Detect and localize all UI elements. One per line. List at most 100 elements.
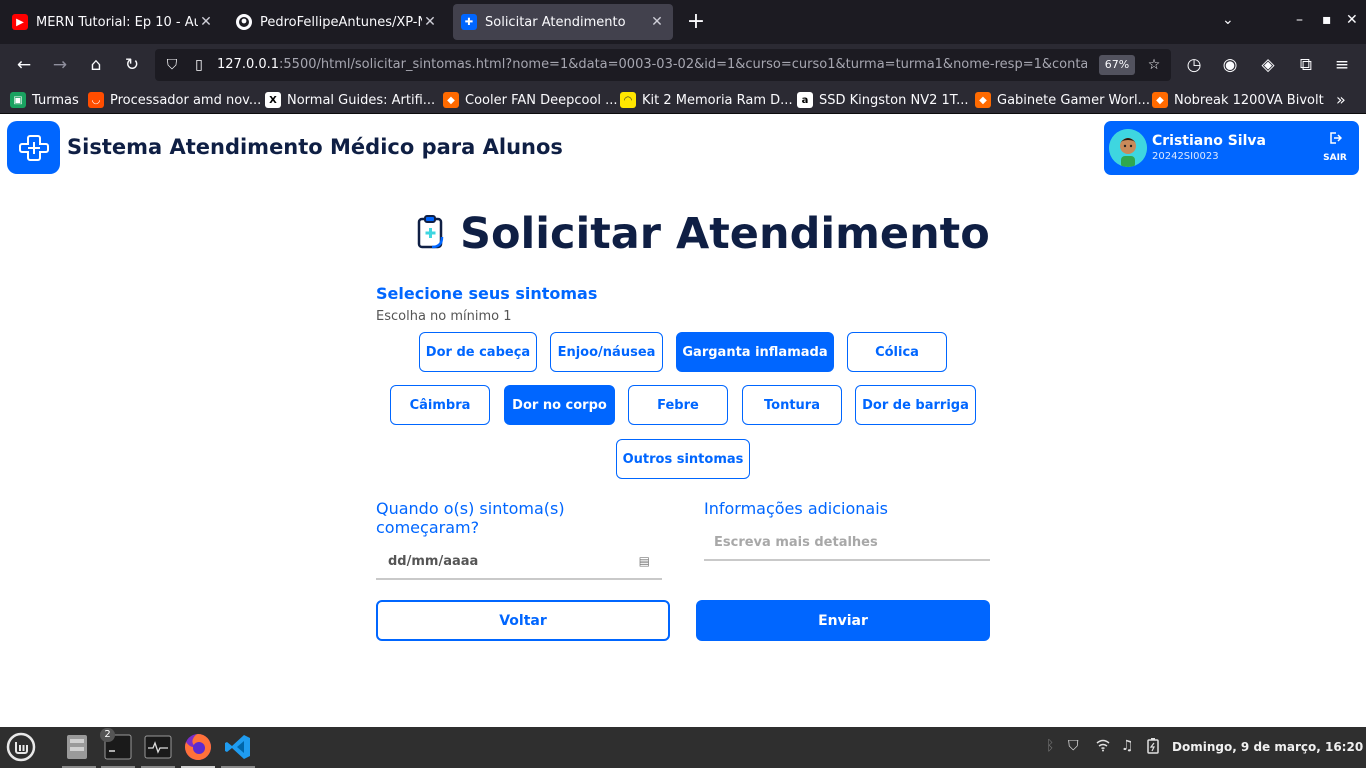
bookmark-label: Cooler FAN Deepcool ... xyxy=(465,92,618,108)
wifi-icon[interactable] xyxy=(1096,738,1110,756)
bookmark-label: Nobreak 1200VA Bivolt xyxy=(1174,92,1324,108)
back-button[interactable]: Voltar xyxy=(376,600,670,641)
url-bar[interactable]: ⛉ ▯ 127.0.0.1:5500/html/solicitar_sintom… xyxy=(155,49,1171,81)
browser-tab-strip: ▶ MERN Tutorial: Ep 10 - Auth ✕ PedroFel… xyxy=(0,0,1366,44)
terminal-badge: 2 xyxy=(100,728,115,742)
close-icon[interactable]: ✕ xyxy=(198,14,214,30)
bookmark-label: Kit 2 Memoria Ram D... xyxy=(642,92,793,108)
date-field[interactable]: dd/mm/aaaa ▤ xyxy=(376,544,662,580)
bookmark-gabinete[interactable]: ◆ Gabinete Gamer Worl... xyxy=(975,91,1150,109)
minimize-icon[interactable]: – xyxy=(1296,12,1303,28)
bookmark-ssd[interactable]: a SSD Kingston NV2 1T... xyxy=(797,91,969,109)
tab-title: MERN Tutorial: Ep 10 - Auth xyxy=(36,14,198,30)
date-placeholder: dd/mm/aaaa xyxy=(388,553,479,569)
more-bookmarks-chevron-icon[interactable]: » xyxy=(1336,90,1346,109)
url-text[interactable]: 127.0.0.1:5500/html/solicitar_sintomas.h… xyxy=(217,57,1087,72)
star-icon[interactable]: ☆ xyxy=(1145,56,1163,74)
zoom-badge[interactable]: 67% xyxy=(1099,55,1135,75)
vscode-icon[interactable] xyxy=(223,732,253,762)
menu-icon[interactable]: ≡ xyxy=(1330,53,1354,77)
bookmark-turmas[interactable]: ▣ Turmas xyxy=(10,91,79,109)
aliexpress-icon: ◡ xyxy=(88,92,104,108)
bookmark-normal-guides[interactable]: X Normal Guides: Artifi... xyxy=(265,91,435,109)
symptom-chip-caimbra[interactable]: Câimbra xyxy=(390,385,490,425)
bookmark-label: Turmas xyxy=(32,92,79,108)
page-heading: Solicitar Atendimento xyxy=(416,208,990,260)
clock: Domingo, 9 de março, 16:20 xyxy=(1172,740,1364,754)
logout-button[interactable]: SAIR xyxy=(1318,131,1352,167)
page-content: Sistema Atendimento Médico para Alunos C… xyxy=(0,114,1366,727)
symptoms-hint: Escolha no mínimo 1 xyxy=(376,309,512,324)
store-icon: ◆ xyxy=(975,92,991,108)
file-manager-icon[interactable] xyxy=(62,732,92,762)
new-tab-button[interactable]: + xyxy=(684,8,708,36)
symptom-chip-dor-de-barriga[interactable]: Dor de barriga xyxy=(855,385,976,425)
reload-icon[interactable]: ↻ xyxy=(120,53,144,77)
bookmark-label: Gabinete Gamer Worl... xyxy=(997,92,1150,108)
bookmark-cooler[interactable]: ◆ Cooler FAN Deepcool ... xyxy=(443,91,618,109)
symptoms-title: Selecione seus sintomas xyxy=(376,284,598,303)
page-title: Solicitar Atendimento xyxy=(460,209,990,259)
logout-icon xyxy=(1318,131,1352,149)
submit-button[interactable]: Enviar xyxy=(696,600,990,641)
youtube-icon: ▶ xyxy=(12,14,28,30)
symptom-chip-outros-sintomas[interactable]: Outros sintomas xyxy=(616,439,750,479)
forward-arrow-icon[interactable]: → xyxy=(48,53,72,77)
account-icon[interactable]: ◉ xyxy=(1218,53,1242,77)
bookmark-processador[interactable]: ◡ Processador amd nov... xyxy=(88,91,261,109)
clipboard-medical-icon xyxy=(416,214,446,254)
symptom-chip-garganta-inflamada[interactable]: Garganta inflamada xyxy=(676,332,834,372)
system-monitor-icon[interactable] xyxy=(143,732,173,762)
user-id: 20242SI0023 xyxy=(1152,151,1219,162)
additional-info-input[interactable] xyxy=(704,526,990,561)
logout-label: SAIR xyxy=(1323,153,1347,163)
tab-list-chevron-icon[interactable]: ⌄ xyxy=(1222,12,1234,28)
tab-mern-tutorial[interactable]: ▶ MERN Tutorial: Ep 10 - Auth ✕ xyxy=(4,4,222,40)
bookmark-nobreak[interactable]: ◆ Nobreak 1200VA Bivolt xyxy=(1152,91,1324,109)
bookmarks-bar: ▣ Turmas ◡ Processador amd nov... X Norm… xyxy=(0,86,1366,114)
calendar-icon[interactable]: ▤ xyxy=(639,554,650,568)
mercadolivre-icon: ◠ xyxy=(620,92,636,108)
puzzle-icon[interactable]: ⧉ xyxy=(1294,53,1318,77)
symptom-chip-enjoo-nausea[interactable]: Enjoo/náusea xyxy=(550,332,663,372)
extension-icon[interactable]: ◈ xyxy=(1256,53,1280,77)
symptom-chip-dor-no-corpo[interactable]: Dor no corpo xyxy=(504,385,615,425)
shield-update-icon[interactable]: ⛉ xyxy=(1068,738,1079,754)
browser-navbar: ← → ⌂ ↻ ⛉ ▯ 127.0.0.1:5500/html/solicita… xyxy=(0,44,1366,86)
mint-menu-icon[interactable] xyxy=(6,732,36,762)
amazon-icon: a xyxy=(797,92,813,108)
bookmark-label: SSD Kingston NV2 1T... xyxy=(819,92,969,108)
user-name: Cristiano Silva xyxy=(1152,133,1266,149)
close-icon[interactable]: ✕ xyxy=(422,14,438,30)
symptom-chip-colica[interactable]: Cólica xyxy=(847,332,947,372)
classroom-icon: ▣ xyxy=(10,92,26,108)
home-icon[interactable]: ⌂ xyxy=(84,53,108,77)
close-icon[interactable]: ✕ xyxy=(649,14,665,30)
back-arrow-icon[interactable]: ← xyxy=(12,53,36,77)
date-label: Quando o(s) sintoma(s) começaram? xyxy=(376,499,565,537)
tab-title: PedroFellipeAntunes/XP-N2 xyxy=(260,14,422,30)
sound-icon[interactable]: ♫ xyxy=(1121,738,1134,754)
symptom-chip-dor-de-cabeca[interactable]: Dor de cabeça xyxy=(419,332,537,372)
bookmark-memoria[interactable]: ◠ Kit 2 Memoria Ram D... xyxy=(620,91,793,109)
shield-icon[interactable]: ⛉ xyxy=(163,56,181,74)
user-card: Cristiano Silva 20242SI0023 SAIR xyxy=(1104,121,1359,175)
url-path: :5500/html/solicitar_sintomas.html?nome=… xyxy=(279,57,1087,72)
symptom-chip-febre[interactable]: Febre xyxy=(628,385,728,425)
tab-title: Solicitar Atendimento xyxy=(485,14,626,30)
store-icon: ◆ xyxy=(443,92,459,108)
close-window-icon[interactable]: ✕ xyxy=(1346,12,1358,28)
info-label: Informações adicionais xyxy=(704,499,888,518)
medical-cross-logo-icon xyxy=(7,121,60,174)
tab-solicitar-atendimento[interactable]: ✚ Solicitar Atendimento ✕ xyxy=(453,4,673,40)
history-icon[interactable]: ◷ xyxy=(1182,53,1206,77)
store-icon: ◆ xyxy=(1152,92,1168,108)
page-icon[interactable]: ▯ xyxy=(190,56,208,74)
tab-github[interactable]: PedroFellipeAntunes/XP-N2 ✕ xyxy=(228,4,446,40)
firefox-icon[interactable] xyxy=(183,732,213,762)
bluetooth-icon[interactable]: ᛒ xyxy=(1046,738,1054,754)
battery-icon[interactable] xyxy=(1147,738,1159,758)
maximize-icon[interactable]: ▪ xyxy=(1322,12,1332,28)
symptom-chip-tontura[interactable]: Tontura xyxy=(742,385,842,425)
medical-app-icon: ✚ xyxy=(461,14,477,30)
